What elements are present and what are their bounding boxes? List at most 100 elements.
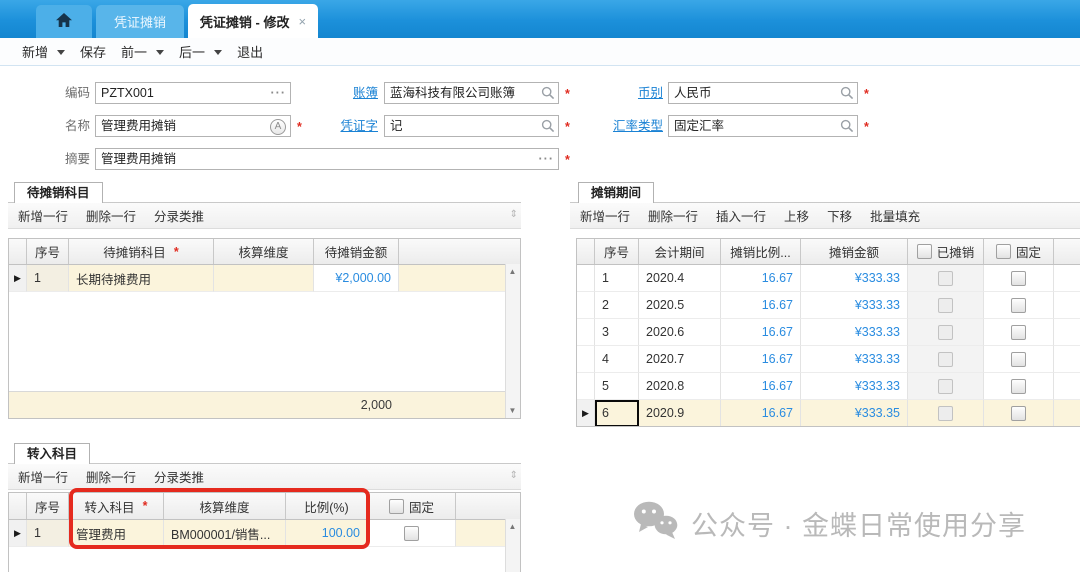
exit-button[interactable]: 退出 [237,42,263,61]
seq-cell[interactable]: 3 [595,319,639,346]
ratio-cell[interactable]: 16.67 [721,265,801,292]
home-tab[interactable] [36,5,92,38]
delete-row-button[interactable]: 删除一行 [86,467,136,486]
prev-button[interactable]: 前一 [121,42,147,61]
amount-cell[interactable]: ¥333.33 [801,292,908,319]
insert-row-button[interactable]: 插入一行 [716,206,766,225]
dimension-cell[interactable]: BM000001/销售... [164,520,286,547]
seq-cell[interactable]: 5 [595,373,639,400]
scroll-hint-icon[interactable]: ⇕ [510,470,518,481]
entry-analogy-button[interactable]: 分录类推 [154,206,204,225]
table-row: 4 2020.7 16.67 ¥333.33 [577,346,1080,373]
search-icon[interactable] [840,86,854,104]
book-input[interactable]: 蓝海科技有限公司账簿 [384,82,559,104]
amount-cell[interactable]: ¥333.33 [801,373,908,400]
amount-cell[interactable]: ¥333.33 [801,346,908,373]
tab-voucher-amortization[interactable]: 凭证摊销 [96,5,184,38]
entry-analogy-button[interactable]: 分录类推 [154,467,204,486]
scroll-hint-icon[interactable]: ⇕ [510,209,518,220]
add-row-button[interactable]: 新增一行 [18,467,68,486]
currency-link[interactable]: 币别 [615,82,663,104]
tab-voucher-amortization-edit[interactable]: 凭证摊销 - 修改 × [188,4,318,38]
empty-cell [1054,292,1080,319]
seq-cell[interactable]: 1 [27,265,69,292]
voucher-word-input[interactable]: 记 [384,115,559,137]
seq-cell-focused[interactable]: 6 [595,400,639,427]
section-tab-pending-subjects[interactable]: 待摊销科目 [14,182,103,203]
period-cell[interactable]: 2020.7 [639,346,721,373]
save-button[interactable]: 保存 [80,42,106,61]
name-input[interactable]: 管理费用摊销 A [95,115,291,137]
subject-cell[interactable]: 管理费用 [69,520,164,547]
rate-type-link[interactable]: 汇率类型 [600,115,663,137]
seq-cell[interactable]: 4 [595,346,639,373]
amortized-header-checkbox[interactable] [917,244,932,259]
search-icon[interactable] [541,119,555,137]
fixed-checkbox[interactable] [1011,379,1026,394]
currency-input[interactable]: 人民币 [668,82,858,104]
subject-cell[interactable]: 长期待摊费用 [69,265,214,292]
seq-cell[interactable]: 1 [27,520,69,547]
section-tab-periods[interactable]: 摊销期间 [578,182,654,203]
add-row-button[interactable]: 新增一行 [580,206,630,225]
vertical-scrollbar[interactable]: ▲ ▼ [505,264,520,418]
move-down-button[interactable]: 下移 [827,206,852,225]
delete-row-button[interactable]: 删除一行 [648,206,698,225]
book-link[interactable]: 账簿 [322,82,378,104]
period-cell[interactable]: 2020.5 [639,292,721,319]
close-icon[interactable]: × [298,14,306,29]
ratio-cell[interactable]: 100.00 [286,520,368,547]
rate-type-input[interactable]: 固定汇率 [668,115,858,137]
ratio-cell[interactable]: 16.67 [721,292,801,319]
amount-cell[interactable]: ¥333.33 [801,265,908,292]
prev-dropdown-icon[interactable] [156,50,164,55]
new-dropdown-icon[interactable] [57,50,65,55]
amount-cell[interactable]: ¥333.33 [801,319,908,346]
batch-fill-button[interactable]: 批量填充 [870,206,920,225]
auto-name-icon[interactable]: A [270,119,286,135]
fixed-header-checkbox[interactable] [389,499,404,514]
ratio-cell[interactable]: 16.67 [721,346,801,373]
fixed-checkbox[interactable] [1011,406,1026,421]
fixed-header-checkbox[interactable] [996,244,1011,259]
code-input[interactable]: PZTX001 ··· [95,82,291,104]
amortized-cell [908,292,984,319]
delete-row-button[interactable]: 删除一行 [86,206,136,225]
summary-input[interactable]: 管理费用摊销 ··· [95,148,559,170]
scroll-down-icon[interactable]: ▼ [506,404,519,417]
seq-cell[interactable]: 2 [595,292,639,319]
ratio-cell[interactable]: 16.67 [721,400,801,427]
scroll-up-icon[interactable]: ▲ [506,265,519,278]
dimension-cell[interactable] [214,265,314,292]
more-icon[interactable]: ··· [539,149,555,169]
col-empty [1054,239,1080,264]
voucher-word-value: 记 [390,119,403,133]
fixed-checkbox[interactable] [1011,298,1026,313]
fixed-checkbox[interactable] [1011,325,1026,340]
search-icon[interactable] [541,86,555,104]
period-cell[interactable]: 2020.8 [639,373,721,400]
seq-cell[interactable]: 1 [595,265,639,292]
more-icon[interactable]: ··· [271,83,287,103]
section-tab-transfer-subjects[interactable]: 转入科目 [14,443,90,464]
scroll-up-icon[interactable]: ▲ [506,520,519,533]
period-cell[interactable]: 2020.4 [639,265,721,292]
vertical-scrollbar[interactable]: ▲ [505,519,520,572]
search-icon[interactable] [840,119,854,137]
code-value: PZTX001 [101,86,154,100]
ratio-cell[interactable]: 16.67 [721,373,801,400]
new-button[interactable]: 新增 [22,42,48,61]
fixed-checkbox[interactable] [404,526,419,541]
fixed-checkbox[interactable] [1011,271,1026,286]
ratio-cell[interactable]: 16.67 [721,319,801,346]
add-row-button[interactable]: 新增一行 [18,206,68,225]
next-button[interactable]: 后一 [179,42,205,61]
period-cell[interactable]: 2020.9 [639,400,721,427]
amount-cell[interactable]: ¥2,000.00 [314,265,399,292]
amount-cell[interactable]: ¥333.35 [801,400,908,427]
move-up-button[interactable]: 上移 [784,206,809,225]
fixed-checkbox[interactable] [1011,352,1026,367]
voucher-word-link[interactable]: 凭证字 [322,115,378,137]
period-cell[interactable]: 2020.6 [639,319,721,346]
next-dropdown-icon[interactable] [214,50,222,55]
